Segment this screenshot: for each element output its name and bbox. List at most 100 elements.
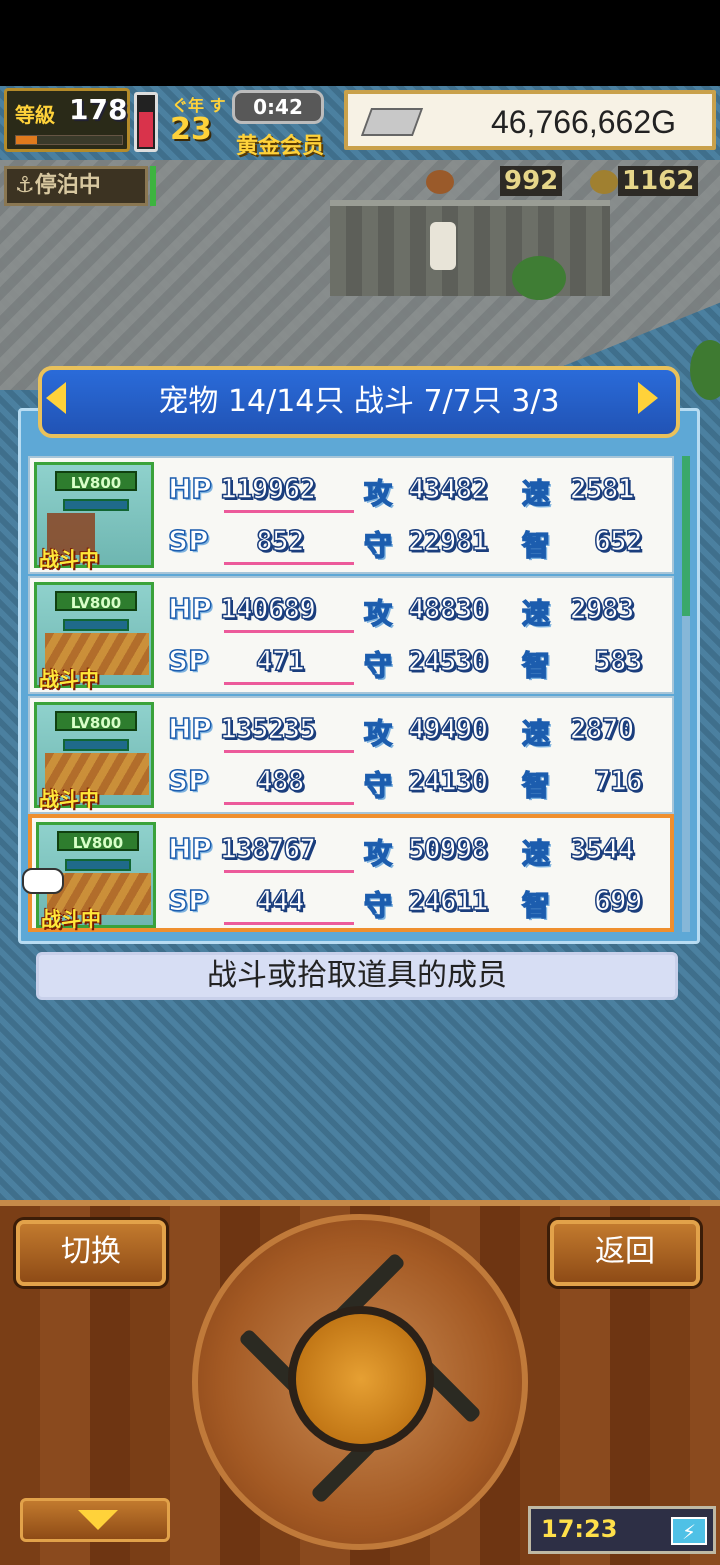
pet-status: 战斗中 (41, 907, 101, 931)
hp-value: 119962 (219, 471, 317, 506)
def-value: 22981 (407, 523, 489, 558)
int-label: 智 (521, 768, 551, 803)
atk-value: 50998 (407, 831, 489, 866)
sp-underline (224, 682, 354, 685)
pet-row[interactable]: LV800 战斗中 HP 140689 攻 48830 速 2983 SP 47… (28, 576, 674, 694)
level-progress-bar (15, 135, 123, 145)
def-value: 24611 (407, 883, 489, 918)
energy-gauge (134, 92, 158, 152)
docking-status[interactable]: ⚓停泊中 (4, 166, 148, 206)
pet-status: 战斗中 (39, 667, 99, 691)
pet-hp-bar (63, 499, 129, 511)
pet-hp-bar (65, 859, 131, 871)
pet-level: LV800 (55, 471, 137, 492)
sp-label: SP (167, 643, 209, 678)
int-value: 583 (593, 643, 643, 678)
day-counter: ぐ年 す 23 (164, 92, 236, 148)
silver-bar-icon (360, 108, 424, 136)
day-value: 23 (170, 112, 212, 147)
pet-level: LV800 (55, 711, 137, 732)
arrow-right-icon[interactable] (638, 382, 658, 414)
atk-label: 攻 (363, 716, 393, 751)
spd-label: 速 (521, 716, 551, 751)
spd-value: 2870 (569, 711, 635, 746)
food-value: 992 (500, 166, 563, 196)
dpad-center-button[interactable] (288, 1306, 434, 1452)
hp-underline (224, 510, 354, 513)
level-label: 等級 (15, 103, 55, 127)
hp-underline (224, 870, 354, 873)
food-icon (426, 170, 454, 194)
panel-header: 宠物 14/14只 战斗 7/7只 3/3 (38, 366, 680, 438)
sp-label: SP (167, 523, 209, 558)
down-arrow-icon (78, 1510, 118, 1530)
top-black-bar (0, 0, 720, 86)
pet-hp-bar (63, 739, 129, 751)
hp-value: 135235 (219, 711, 317, 746)
sp-value: 471 (255, 643, 305, 678)
hp-value: 140689 (219, 591, 317, 626)
pet-row[interactable]: LV800 战斗中 HP 119962 攻 43482 速 2581 SP 85… (28, 456, 674, 574)
pet-hp-bar (63, 619, 129, 631)
resources: 992 1162 (386, 166, 718, 200)
clock-time: 17:23 (541, 1515, 618, 1543)
sp-underline (224, 922, 354, 925)
hp-label: HP (167, 591, 212, 626)
sp-underline (224, 562, 354, 565)
sp-label: SP (167, 763, 209, 798)
pet-row-selected[interactable]: LV800 战斗中 HP 138767 攻 50998 速 3544 SP 44… (28, 814, 674, 932)
atk-label: 攻 (363, 836, 393, 871)
int-value: 716 (593, 763, 643, 798)
spd-label: 速 (521, 836, 551, 871)
level-progress-fill (16, 136, 38, 144)
character-sprite (430, 222, 456, 270)
clock: 17:23 ⚡ (528, 1506, 716, 1554)
scrollbar-thumb[interactable] (682, 456, 690, 616)
coin-value: 1162 (618, 166, 699, 196)
hp-label: HP (167, 711, 212, 746)
hint-bar: 战斗或拾取道具的成员 (36, 952, 678, 1000)
atk-value: 49490 (407, 711, 489, 746)
hp-label: HP (167, 831, 212, 866)
def-label: 守 (363, 648, 393, 683)
money-value: 46,766,662G (490, 104, 676, 140)
spd-value: 2581 (569, 471, 635, 506)
def-label: 守 (363, 888, 393, 923)
pet-level: LV800 (55, 591, 137, 612)
timer: 0:42 (232, 90, 324, 124)
int-label: 智 (521, 648, 551, 683)
int-label: 智 (521, 888, 551, 923)
spd-label: 速 (521, 596, 551, 631)
arrow-left-icon[interactable] (46, 382, 66, 414)
building-wall (330, 200, 610, 296)
sp-value: 444 (255, 883, 305, 918)
back-button[interactable]: 返回 (550, 1220, 700, 1286)
def-label: 守 (363, 768, 393, 803)
def-label: 守 (363, 528, 393, 563)
int-value: 652 (593, 523, 643, 558)
spd-value: 2983 (569, 591, 635, 626)
hp-underline (224, 750, 354, 753)
tree (512, 256, 566, 300)
battery-bolt-icon: ⚡ (671, 1517, 707, 1545)
int-value: 699 (593, 883, 643, 918)
pet-status: 战斗中 (39, 547, 99, 571)
coin-icon (590, 170, 618, 194)
atk-value: 48830 (407, 591, 489, 626)
pet-portrait: LV800 战斗中 (34, 702, 154, 811)
money-panel: 46,766,662G (344, 90, 716, 150)
hp-value: 138767 (219, 831, 317, 866)
pet-status: 战斗中 (39, 787, 99, 811)
pointer-hand-icon (22, 868, 64, 894)
sp-underline (224, 802, 354, 805)
docking-indicator (150, 166, 156, 206)
hp-label: HP (167, 471, 212, 506)
atk-label: 攻 (363, 596, 393, 631)
spd-value: 3544 (569, 831, 635, 866)
pet-row[interactable]: LV800 战斗中 HP 135235 攻 49490 速 2870 SP 48… (28, 696, 674, 814)
atk-label: 攻 (363, 476, 393, 511)
level-box: 等級 178 (4, 88, 130, 152)
switch-button[interactable]: 切换 (16, 1220, 166, 1286)
int-label: 智 (521, 528, 551, 563)
atk-value: 43482 (407, 471, 489, 506)
